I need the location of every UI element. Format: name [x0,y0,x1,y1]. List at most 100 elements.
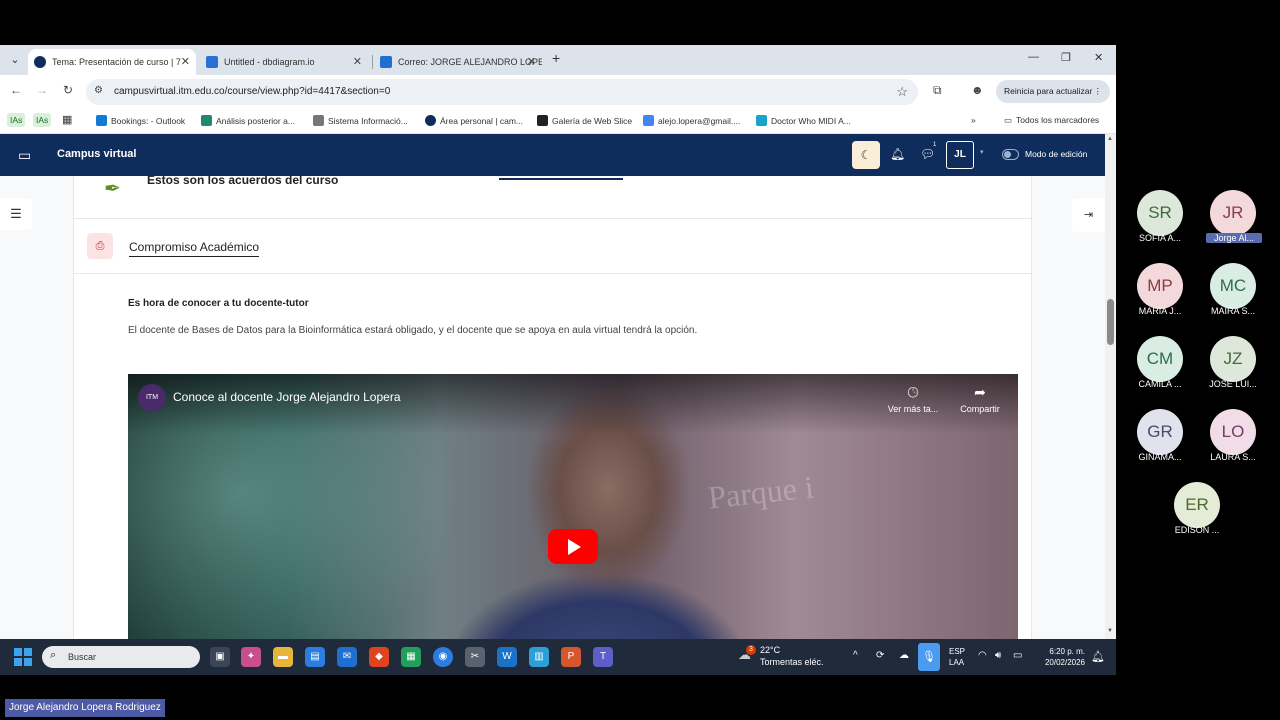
user-menu-button[interactable]: JL [946,141,974,169]
store-icon[interactable]: ▤ [305,647,325,667]
tab-correo[interactable]: Correo: JORGE ALEJANDRO LOPE ✕ [374,49,542,75]
participant-name: JOSE LUI... [1209,379,1257,389]
lang-line2: LAA [949,658,965,667]
word-icon[interactable]: W [497,647,517,667]
section-heading: Es hora de conocer a tu docente-tutor [128,298,309,309]
tab-dbdiagram[interactable]: Untitled - dbdiagram.io ✕ [200,49,368,75]
lang-line1: ESP [949,647,966,656]
bookmark-analisis[interactable]: Análisis posterior a... [201,115,295,126]
participant-tile[interactable]: MP MARIA J... [1120,263,1200,323]
brave-icon[interactable]: ◆ [369,647,389,667]
menu-dots-icon[interactable]: ⋮ [1094,80,1103,103]
copilot-icon[interactable]: ✦ [241,647,261,667]
notes-icon[interactable]: ▥ [529,647,549,667]
onedrive-icon[interactable]: ☁ [899,650,909,661]
tab-presentacion[interactable]: Tema: Presentación de curso | 7 ✕ [28,49,196,75]
participant-avatar: CM [1137,336,1183,382]
bookmark-bookings[interactable]: Bookings: - Outlook [96,115,185,126]
file-explorer-icon[interactable]: ▬ [273,647,293,667]
chrome-icon[interactable]: ◉ [433,647,453,667]
url-text: campusvirtual.itm.edu.co/course/view.php… [114,86,391,97]
participant-tile[interactable]: MC MAIRA S... [1193,263,1273,323]
edit-mode-toggle[interactable] [1002,149,1019,160]
update-button[interactable]: Reinicia para actualizar ⋮ [996,80,1110,103]
bookmark-galeria[interactable]: Galería de Web Slice [537,115,632,126]
watch-later-button[interactable]: 🕒︎ Ver más ta... [878,384,948,414]
apps-grid-icon[interactable]: ▦ [62,113,72,126]
close-tab-icon[interactable]: ✕ [353,49,362,75]
participant-tile[interactable]: GR GINAMA... [1120,409,1200,469]
notifications-bell-icon[interactable]: 🔔︎ [890,147,905,161]
teams-icon[interactable]: T [593,647,613,667]
more-bookmarks-icon[interactable]: » [971,115,976,125]
page-scrollbar[interactable]: ▲ ▼ [1105,134,1116,639]
extensions-icon[interactable]: ⧉ [933,83,942,98]
bookmark-star-icon[interactable]: ☆ [896,84,908,100]
profile-icon[interactable]: ☻ [971,83,984,97]
all-bookmarks[interactable]: ▭ Todos los marcadores [1004,115,1099,126]
share-button[interactable]: ➦ Compartir [945,384,1015,414]
participant-avatar: MP [1137,263,1183,309]
notification-center-icon[interactable]: 🔔︎ [1091,650,1105,663]
course-index-toggle-icon[interactable]: ☰ [0,198,32,230]
mail-icon[interactable]: ✉ [337,647,357,667]
channel-avatar-icon[interactable]: ITM [138,384,166,412]
tab-label: Tema: Presentación de curso | 7 [52,57,181,67]
new-tab-icon[interactable]: + [552,50,560,66]
back-icon[interactable]: ← [8,83,24,97]
bookmark-ias-1[interactable]: IAs [7,113,26,127]
participant-tile[interactable]: JR Jorge Al... [1193,190,1273,250]
scroll-down-icon[interactable]: ▼ [1107,628,1113,634]
close-tab-icon[interactable]: ✕ [527,49,536,75]
reload-icon[interactable]: ↻ [60,83,76,97]
language-indicator[interactable]: ESP LAA [949,646,965,668]
taskbar-search[interactable]: ⌕ Buscar [42,646,200,668]
task-view-icon[interactable]: ▣ [210,647,230,667]
previous-activity-text[interactable]: Estos son los acuerdos del curso [147,176,338,187]
close-window-icon[interactable]: ✕ [1094,51,1103,64]
close-tab-icon[interactable]: ✕ [181,49,190,75]
site-info-icon[interactable]: ⚙ [94,85,103,96]
participant-tile[interactable]: LO LAURA S... [1193,409,1273,469]
participant-tile[interactable]: SR SOFIA A... [1120,190,1200,250]
bookmark-doctor-who[interactable]: Doctor Who MIDI A... [756,115,851,126]
participant-tile[interactable]: ER EDISON ... [1157,482,1237,542]
forward-icon[interactable]: → [34,83,50,97]
participant-tile[interactable]: CM CAMILA ... [1120,336,1200,396]
microphone-icon[interactable]: 🎙︎ [918,643,940,671]
site-brand[interactable]: Campus virtual [57,148,136,160]
activity-link[interactable]: Compromiso Académico [129,240,260,257]
user-caret-icon[interactable]: ▾ [980,148,984,156]
browser-window: ⌄ Tema: Presentación de curso | 7 ✕ Unti… [0,45,1116,639]
windows-start-icon[interactable] [14,648,32,666]
moodle-navbar: ▭ Campus virtual ☾ 🔔︎ 💬︎ 1 JL ▾ Modo de … [0,134,1105,176]
bookmark-sistema[interactable]: Sistema Informació... [313,115,408,126]
bookmark-ias-2[interactable]: IAs [33,113,52,127]
tab-search-chevron-icon[interactable]: ⌄ [6,51,24,69]
video-title[interactable]: Conoce al docente Jorge Alejandro Lopera [173,390,401,404]
address-bar[interactable]: ⚙ campusvirtual.itm.edu.co/course/view.p… [86,79,918,105]
bookmark-area-personal[interactable]: Área personal | cam... [425,115,523,126]
scroll-up-icon[interactable]: ▲ [1107,136,1113,142]
snipping-tool-icon[interactable]: ✂ [465,647,485,667]
wifi-icon[interactable]: ◠ [978,650,987,661]
dark-mode-moon-icon[interactable]: ☾ [852,141,880,169]
edit-mode-label: Modo de edición [1025,149,1088,159]
powerpoint-icon[interactable]: P [561,647,581,667]
system-clock[interactable]: 6:20 p. m. 20/02/2026 [1039,646,1085,668]
volume-icon[interactable]: 🔊︎ [995,650,1001,661]
bookmark-gmail[interactable]: alejo.lopera@gmail.... [643,115,740,126]
tray-overflow-icon[interactable]: ^ [853,650,858,661]
spreadsheet-app-icon[interactable]: ▦ [401,647,421,667]
participant-tile[interactable]: JZ JOSE LUI... [1193,336,1273,396]
drawer-toggle-icon[interactable]: ▭ [18,147,31,164]
scrollbar-thumb[interactable] [1107,299,1114,345]
youtube-embed[interactable]: Parque i ITM Conoce al docente Jorge Ale… [128,374,1018,639]
sync-icon[interactable]: ⟳ [876,650,884,661]
play-button-icon[interactable] [548,529,598,564]
messages-icon[interactable]: 💬︎ [920,147,935,161]
block-drawer-toggle-icon[interactable]: ⇥ [1072,198,1105,232]
battery-icon[interactable]: ▭ [1013,650,1022,661]
restore-icon[interactable]: ❐ [1061,51,1071,64]
minimize-icon[interactable]: — [1028,51,1039,63]
